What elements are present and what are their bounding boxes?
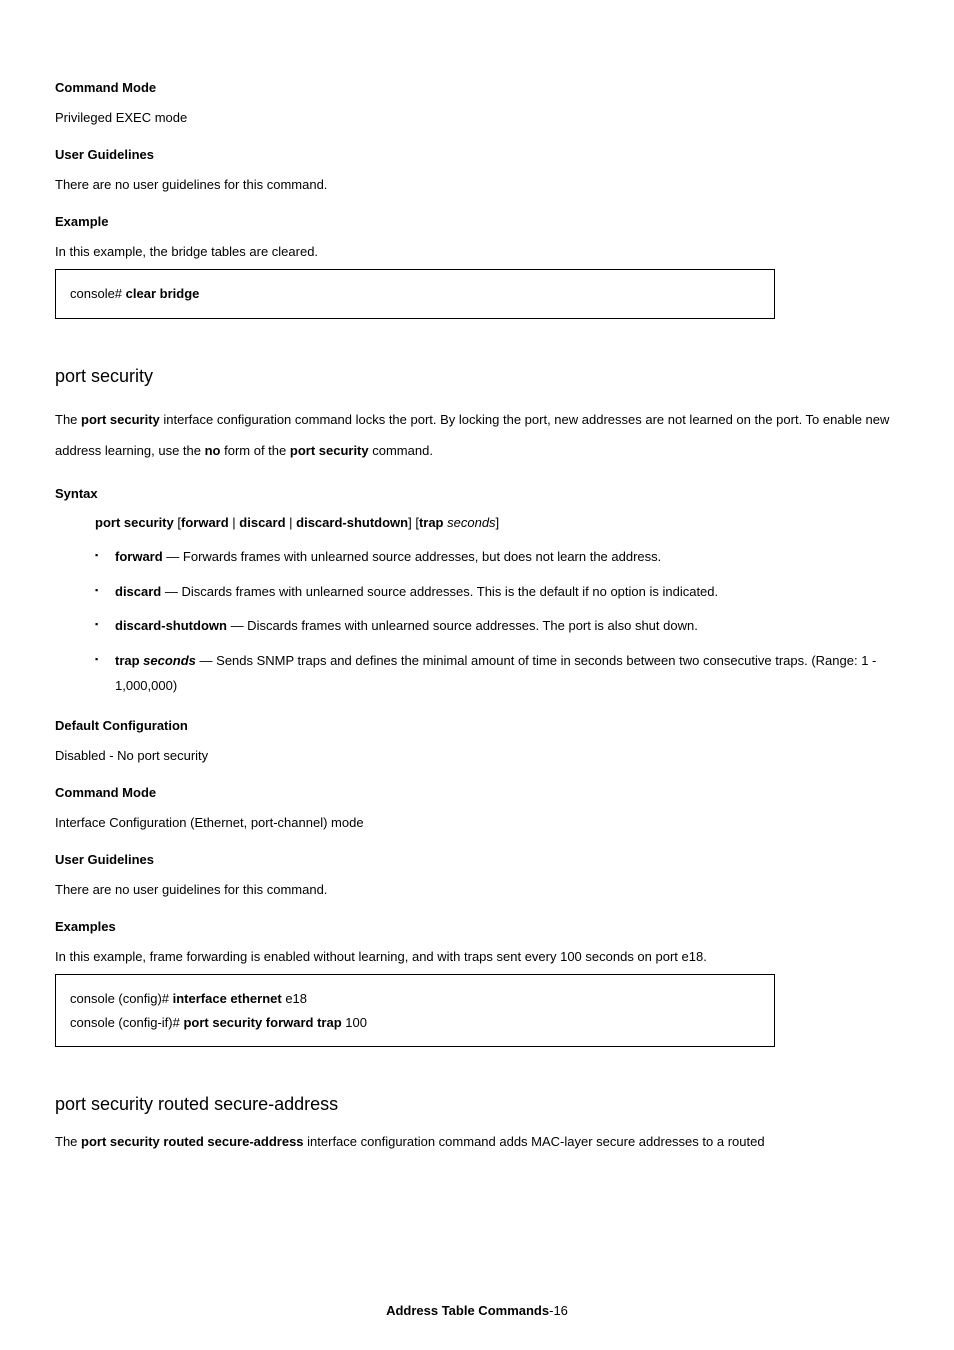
console-prompt: console (config)#	[70, 991, 173, 1006]
user-guidelines-text: There are no user guidelines for this co…	[55, 175, 899, 195]
example-code-box: console# clear bridge	[55, 269, 775, 319]
default-config-text: Disabled - No port security	[55, 746, 899, 766]
examples-intro: In this example, frame forwarding is ena…	[55, 947, 899, 967]
console-arg: e18	[282, 991, 307, 1006]
list-item: forward — Forwards frames with unlearned…	[95, 545, 899, 570]
console-prompt: console (config-if)#	[70, 1015, 183, 1030]
syntax-line: port security [forward | discard | disca…	[95, 513, 899, 533]
example-code-box-2: console (config)# interface ethernet e18…	[55, 974, 775, 1047]
default-config-heading: Default Configuration	[55, 716, 899, 736]
syntax-heading: Syntax	[55, 484, 899, 504]
command-title-port-security: port security	[55, 363, 899, 390]
command-mode-heading-2: Command Mode	[55, 783, 899, 803]
psr-description: The port security routed secure-address …	[55, 1132, 899, 1152]
command-title-psr: port security routed secure-address	[55, 1091, 899, 1118]
port-security-description: The port security interface configuratio…	[55, 404, 899, 466]
command-mode-text: Privileged EXEC mode	[55, 108, 899, 128]
list-item: trap seconds — Sends SNMP traps and defi…	[95, 649, 899, 698]
user-guidelines-text-2: There are no user guidelines for this co…	[55, 880, 899, 900]
console-prompt: console#	[70, 286, 122, 301]
console-command: interface ethernet	[173, 991, 282, 1006]
examples-heading: Examples	[55, 917, 899, 937]
user-guidelines-heading: User Guidelines	[55, 145, 899, 165]
example-heading: Example	[55, 212, 899, 232]
console-command: clear bridge	[126, 286, 200, 301]
user-guidelines-heading-2: User Guidelines	[55, 850, 899, 870]
command-mode-text-2: Interface Configuration (Ethernet, port-…	[55, 813, 899, 833]
page-footer: Address Table Commands-16	[0, 1301, 954, 1321]
console-arg: 100	[342, 1015, 367, 1030]
options-list: forward — Forwards frames with unlearned…	[55, 545, 899, 698]
list-item: discard — Discards frames with unlearned…	[95, 580, 899, 605]
example-intro: In this example, the bridge tables are c…	[55, 242, 899, 262]
list-item: discard-shutdown — Discards frames with …	[95, 614, 899, 639]
console-command: port security forward trap	[183, 1015, 341, 1030]
command-mode-heading: Command Mode	[55, 78, 899, 98]
